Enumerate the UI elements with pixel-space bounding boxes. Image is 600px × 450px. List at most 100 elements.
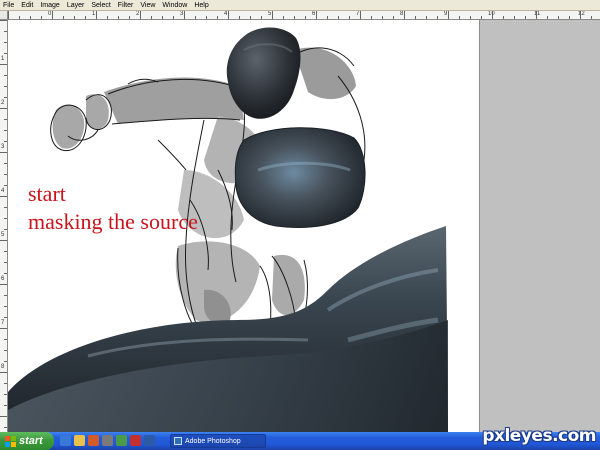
ruler-tick bbox=[41, 16, 42, 19]
ruler-tick bbox=[30, 16, 31, 19]
start-label: start bbox=[19, 435, 43, 447]
media-icon[interactable] bbox=[88, 435, 99, 446]
ruler-tick bbox=[195, 16, 196, 19]
ruler-top-label: 11 bbox=[534, 11, 541, 17]
ruler-tick bbox=[0, 152, 7, 153]
menu-image[interactable]: Image bbox=[40, 0, 59, 11]
ruler-tick bbox=[0, 196, 7, 197]
ruler-tick bbox=[338, 16, 339, 19]
ruler-top-label: 3 bbox=[180, 11, 184, 17]
ruler-left-label: 4 bbox=[1, 188, 5, 194]
ruler-tick bbox=[4, 405, 7, 406]
ruler-tick bbox=[4, 75, 7, 76]
ruler-tick bbox=[382, 16, 383, 19]
menu-help[interactable]: Help bbox=[194, 0, 208, 11]
browser-icon[interactable] bbox=[60, 435, 71, 446]
ruler-left-label: 3 bbox=[1, 144, 5, 150]
ruler-tick bbox=[8, 11, 9, 19]
document-canvas[interactable]: start masking the source bbox=[8, 20, 480, 432]
ruler-tick bbox=[0, 64, 7, 65]
menu-file[interactable]: File bbox=[3, 0, 14, 11]
ruler-tick bbox=[4, 163, 7, 164]
ruler-tick bbox=[525, 16, 526, 19]
menu-view[interactable]: View bbox=[140, 0, 155, 11]
ruler-tick bbox=[514, 16, 515, 19]
canvas-caption: start masking the source bbox=[28, 180, 198, 236]
ruler-tick bbox=[4, 119, 7, 120]
ruler-tick bbox=[349, 16, 350, 19]
workspace[interactable]: start masking the source bbox=[8, 20, 600, 432]
ruler-tick bbox=[217, 16, 218, 19]
ruler-tick bbox=[448, 11, 449, 19]
ruler-left-label: 6 bbox=[1, 276, 5, 282]
ruler-top-label: 6 bbox=[312, 11, 316, 17]
ruler-tick bbox=[4, 295, 7, 296]
ruler-tick bbox=[261, 16, 262, 19]
ruler-tick bbox=[0, 284, 7, 285]
ruler-top-label: 12 bbox=[578, 11, 585, 17]
ruler-tick bbox=[4, 141, 7, 142]
ruler-tick bbox=[107, 16, 108, 19]
ruler-tick bbox=[4, 31, 7, 32]
ruler-tick bbox=[239, 16, 240, 19]
ruler-tick bbox=[85, 16, 86, 19]
windows-flag-icon bbox=[5, 435, 16, 447]
ruler-tick bbox=[426, 16, 427, 19]
ruler-top[interactable]: 0 1 2 3 4 5 6 7 8 9 10 11 12 bbox=[8, 11, 600, 20]
ruler-left-label: 2 bbox=[1, 100, 5, 106]
menu-window[interactable]: Window bbox=[162, 0, 187, 11]
ruler-tick bbox=[459, 16, 460, 19]
ruler-tick bbox=[4, 130, 7, 131]
ruler-tick bbox=[4, 218, 7, 219]
ruler-corner[interactable] bbox=[0, 11, 8, 20]
app-icon[interactable] bbox=[116, 435, 127, 446]
ruler-tick bbox=[151, 16, 152, 19]
ruler-left-label: 5 bbox=[1, 232, 5, 238]
head-shape bbox=[226, 27, 301, 119]
ruler-left-label: 8 bbox=[1, 364, 5, 370]
ruler-tick bbox=[4, 350, 7, 351]
ruler-tick bbox=[4, 317, 7, 318]
ruler-tick bbox=[580, 11, 581, 19]
ruler-tick bbox=[162, 16, 163, 19]
ruler-tick bbox=[184, 11, 185, 19]
ruler-tick bbox=[206, 16, 207, 19]
ruler-tick bbox=[4, 251, 7, 252]
ruler-tick bbox=[4, 42, 7, 43]
menu-layer[interactable]: Layer bbox=[67, 0, 85, 11]
menu-select[interactable]: Select bbox=[91, 0, 110, 11]
ruler-left-label: 1 bbox=[1, 56, 5, 62]
menu-edit[interactable]: Edit bbox=[21, 0, 33, 11]
ruler-top-label: 8 bbox=[400, 11, 404, 17]
menu-bar: File Edit Image Layer Select Filter View… bbox=[0, 0, 600, 11]
task-button-photoshop[interactable]: Adobe Photoshop bbox=[170, 434, 266, 448]
ruler-tick bbox=[283, 16, 284, 19]
ruler-tick bbox=[437, 16, 438, 19]
ruler-tick bbox=[4, 383, 7, 384]
ruler-tick bbox=[393, 16, 394, 19]
start-button[interactable]: start bbox=[0, 432, 54, 450]
ruler-tick bbox=[0, 20, 7, 21]
gear-icon[interactable] bbox=[102, 435, 113, 446]
acrobat-icon[interactable] bbox=[130, 435, 141, 446]
ruler-tick bbox=[316, 11, 317, 19]
site-watermark: pxleyes.com bbox=[482, 426, 596, 446]
ruler-tick bbox=[547, 16, 548, 19]
ruler-tick bbox=[4, 86, 7, 87]
ruler-top-label: 9 bbox=[444, 11, 448, 17]
photoshop-icon bbox=[174, 437, 182, 445]
ruler-tick bbox=[4, 185, 7, 186]
ruler-tick bbox=[19, 16, 20, 19]
ruler-tick bbox=[96, 11, 97, 19]
ruler-tick bbox=[129, 16, 130, 19]
folder-icon[interactable] bbox=[74, 435, 85, 446]
metal-patch bbox=[234, 127, 366, 228]
ruler-left-label: 7 bbox=[1, 320, 5, 326]
ruler-tick bbox=[4, 229, 7, 230]
ruler-left[interactable]: 1 2 3 4 5 6 7 8 bbox=[0, 20, 8, 432]
ruler-tick bbox=[63, 16, 64, 19]
ruler-tick bbox=[4, 262, 7, 263]
show-desktop-icon[interactable] bbox=[144, 435, 155, 446]
menu-filter[interactable]: Filter bbox=[118, 0, 134, 11]
ruler-top-label: 2 bbox=[136, 11, 140, 17]
